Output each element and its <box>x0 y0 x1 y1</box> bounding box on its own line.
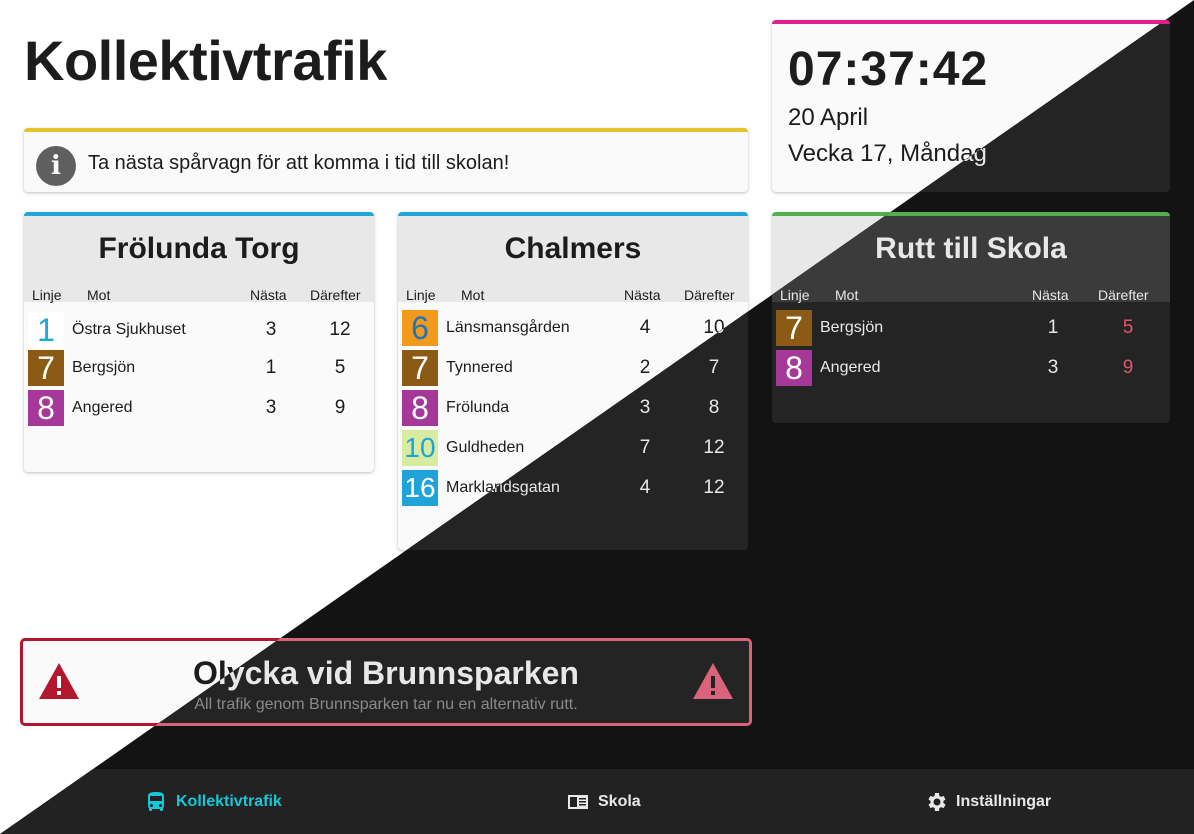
clock-time: 07:37:42 <box>788 43 989 96</box>
departure-row: 6Länsmansgården410 <box>398 310 748 346</box>
next-departure: 3 <box>265 397 277 418</box>
clock-week: Vecka 17, Måndag <box>788 140 987 167</box>
page-title: Kollektivtrafik <box>24 29 387 92</box>
next-departure: 3 <box>639 397 651 418</box>
next-departure: 3 <box>1047 357 1059 378</box>
info-card: i Ta nästa spårvagn för att komma i tid … <box>24 128 748 192</box>
col-header-after: Därefter <box>684 287 735 303</box>
after-departure: 5 <box>334 357 346 378</box>
col-header-after: Därefter <box>1098 287 1149 303</box>
destination: Bergsjön <box>72 359 136 376</box>
warning-icon <box>693 663 733 699</box>
info-icon: i <box>36 146 76 186</box>
bottom-nav: Kollektivtrafik Skola Inställningar <box>0 769 1194 834</box>
stop-header: Chalmers Linje Mot Nästa Därefter <box>398 216 748 303</box>
departure-row: 8 Angered 3 9 <box>772 350 1170 386</box>
next-departure: 4 <box>639 317 651 338</box>
next-departure: 1 <box>1047 317 1059 338</box>
info-message: Ta nästa spårvagn för att komma i tid ti… <box>88 152 510 174</box>
next-departure: 3 <box>265 319 277 340</box>
destination: Angered <box>72 399 133 416</box>
after-departure: 12 <box>703 437 725 458</box>
book-icon <box>568 794 588 809</box>
stop-name: Frölunda Torg <box>98 232 300 265</box>
destination: Angered <box>820 359 881 376</box>
line-badge: 16 <box>402 470 438 506</box>
stop-name: Chalmers <box>504 232 642 265</box>
after-departure: 9 <box>334 397 346 418</box>
nav-label: Inställningar <box>956 792 1052 810</box>
clock-date: 20 April <box>788 104 869 131</box>
destination: Guldheden <box>446 439 525 456</box>
line-badge: 8 <box>776 350 812 386</box>
next-departure: 1 <box>265 357 277 378</box>
line-badge: 10 <box>402 430 438 466</box>
line-badge: 8 <box>402 390 438 426</box>
col-header-next: Nästa <box>250 287 287 303</box>
col-header-direction: Mot <box>835 287 859 303</box>
col-header-line: Linje <box>780 287 810 303</box>
next-departure: 7 <box>639 437 651 458</box>
col-header-line: Linje <box>406 287 436 303</box>
after-departure: 9 <box>1122 357 1134 378</box>
after-departure: 12 <box>703 477 725 498</box>
stop-card: Frölunda Torg Linje Mot Nästa Därefter 1 Östra… <box>24 212 374 472</box>
destination: Länsmansgården <box>446 319 570 336</box>
gear-icon <box>928 792 946 811</box>
departure-row: 1 Östra Sjukhuset 3 12 <box>24 312 374 348</box>
line-badge: 6 <box>402 310 438 346</box>
col-header-next: Nästa <box>1032 287 1069 303</box>
after-departure: 7 <box>708 357 720 378</box>
departure-row: 7 Bergsjön 1 5 <box>24 350 374 386</box>
nav-item-kollektivtrafik[interactable]: Kollektivtrafik <box>144 769 282 834</box>
col-header-after: Därefter <box>310 287 361 303</box>
col-header-next: Nästa <box>624 287 661 303</box>
line-badge: 1 <box>28 312 64 348</box>
col-header-direction: Mot <box>87 287 111 303</box>
bus-icon <box>148 791 164 811</box>
line-badge: 7 <box>28 350 64 386</box>
col-header-line: Linje <box>32 287 62 303</box>
destination: Bergsjön <box>820 319 884 336</box>
stop-header: Frölunda Torg Linje Mot Nästa Därefter <box>24 216 374 303</box>
destination: Östra Sjukhuset <box>72 321 186 338</box>
destination: Tynnered <box>446 359 513 376</box>
after-departure: 12 <box>329 319 351 340</box>
departure-row: 7 Bergsjön 1 5 <box>772 310 1170 346</box>
nav-label: Kollektivtrafik <box>176 792 282 810</box>
nav-item-installningar[interactable]: Inställningar <box>924 769 1051 834</box>
destination: Frölunda <box>446 399 510 416</box>
line-badge: 7 <box>402 350 438 386</box>
nav-item-skola[interactable]: Skola <box>566 769 641 834</box>
after-departure: 5 <box>1122 317 1134 338</box>
after-departure: 8 <box>708 397 720 418</box>
nav-label: Skola <box>598 792 641 810</box>
departure-row: 8 Angered 3 9 <box>24 390 374 426</box>
next-departure: 4 <box>639 477 651 498</box>
line-badge: 8 <box>28 390 64 426</box>
col-header-direction: Mot <box>461 287 485 303</box>
line-badge: 7 <box>776 310 812 346</box>
